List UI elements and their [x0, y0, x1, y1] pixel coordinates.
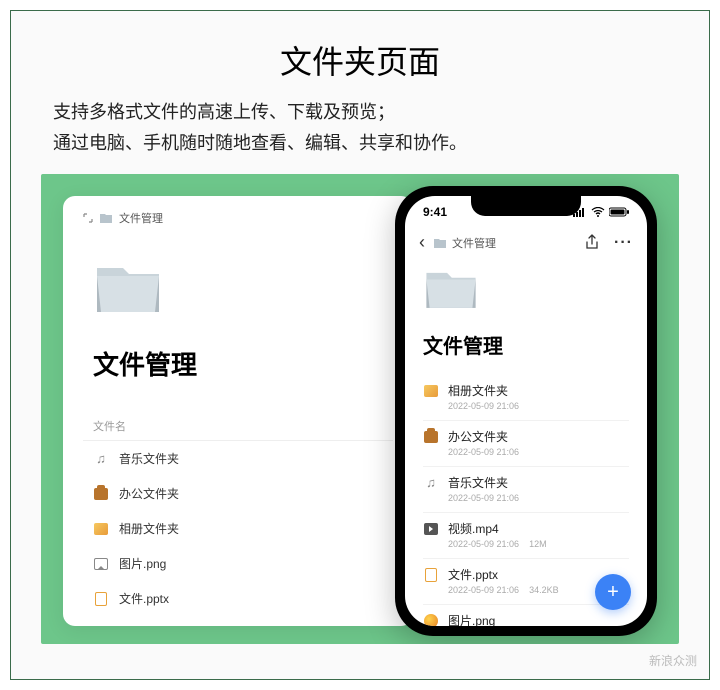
file-size: 34.2KB — [529, 585, 559, 595]
column-header-name: 文件名 — [83, 412, 393, 441]
file-name: 文件.pptx — [119, 590, 169, 607]
page-frame: 文件夹页面 支持多格式文件的高速上传、下载及预览； 通过电脑、手机随时随地查看、… — [10, 10, 710, 680]
phone-mockup: 9:41 ‹ 文件管理 — [395, 186, 657, 636]
document-icon — [93, 591, 109, 607]
file-name: 相册文件夹 — [448, 382, 508, 399]
file-timestamp: 2022-05-09 21:06 — [448, 401, 519, 411]
phone-screen: 9:41 ‹ 文件管理 — [405, 196, 647, 626]
file-row[interactable]: 相册文件夹 2022-05-09 21:06 — [423, 375, 629, 421]
file-row[interactable]: 音乐文件夹 2022-05-09 21:06 — [423, 467, 629, 513]
page-description: 支持多格式文件的高速上传、下载及预览； 通过电脑、手机随时随地查看、编辑、共享和… — [41, 97, 679, 158]
file-name: 文件.pptx — [448, 566, 498, 583]
file-name: 视频.mp4 — [119, 625, 170, 626]
file-row[interactable]: 图片.png — [83, 546, 393, 581]
file-timestamp: 2022-05-09 21:06 — [448, 539, 519, 549]
file-row[interactable]: 视频.mp4 2022-05-09 21:06 12M — [423, 513, 629, 559]
file-name: 音乐文件夹 — [448, 474, 508, 491]
file-row[interactable]: 音乐文件夹 — [83, 441, 393, 476]
desktop-heading: 文件管理 — [93, 345, 393, 382]
folder-large-icon — [423, 265, 479, 311]
file-timestamp: 2022-05-09 21:06 — [448, 493, 519, 503]
file-row[interactable]: 办公文件夹 2022-05-09 21:06 — [423, 421, 629, 467]
file-timestamp: 2022-05-09 21:06 — [448, 447, 519, 457]
file-name: 视频.mp4 — [448, 520, 499, 537]
file-row[interactable]: 视频.mp4 — [83, 616, 393, 626]
video-icon — [423, 521, 439, 537]
file-name: 办公文件夹 — [448, 428, 508, 445]
more-icon[interactable]: ··· — [614, 234, 633, 252]
wifi-icon — [591, 207, 605, 217]
watermark: 新浪众测 — [649, 652, 697, 669]
preview-stage: 文件管理 文件管理 文件名 音乐文件夹办公文件夹相册文件夹图片.png文件.pp… — [41, 174, 679, 644]
briefcase-icon — [423, 429, 439, 445]
music-icon — [423, 475, 439, 491]
image-icon — [93, 556, 109, 572]
share-icon[interactable] — [584, 234, 600, 250]
briefcase-icon — [93, 486, 109, 502]
file-name: 相册文件夹 — [119, 520, 179, 537]
add-button[interactable]: + — [595, 574, 631, 610]
file-name: 音乐文件夹 — [119, 450, 179, 467]
folder-icon — [433, 237, 447, 249]
file-row[interactable]: 相册文件夹 — [83, 511, 393, 546]
album-icon — [423, 383, 439, 399]
phone-notch — [471, 196, 581, 216]
phone-nav: ‹ 文件管理 ··· — [405, 226, 647, 259]
file-row[interactable]: 图片.png2022-05-09 21:0612.7KB — [423, 605, 629, 626]
battery-icon — [609, 207, 629, 217]
video-icon — [93, 626, 109, 627]
phone-heading: 文件管理 — [423, 330, 629, 359]
breadcrumb-label: 文件管理 — [119, 210, 163, 226]
file-timestamp: 2022-05-09 21:06 — [448, 585, 519, 595]
folder-large-icon — [93, 258, 163, 316]
file-size: 12M — [529, 539, 547, 549]
desktop-panel: 文件管理 文件管理 文件名 音乐文件夹办公文件夹相册文件夹图片.png 文件.pp… — [63, 196, 413, 626]
file-row[interactable]: 文件.pptx — [83, 581, 393, 616]
document-icon — [423, 567, 439, 583]
status-time: 9:41 — [423, 205, 447, 219]
breadcrumb-mobile[interactable]: 文件管理 — [433, 235, 576, 251]
file-name: 图片.png — [448, 612, 495, 626]
album-icon — [93, 521, 109, 537]
expand-icon — [83, 213, 93, 223]
file-name: 办公文件夹 — [119, 485, 179, 502]
picture-icon — [423, 613, 439, 627]
back-button[interactable]: ‹ — [419, 232, 425, 253]
breadcrumb[interactable]: 文件管理 — [83, 210, 393, 226]
file-name: 图片.png — [119, 555, 166, 572]
file-row[interactable]: 办公文件夹 — [83, 476, 393, 511]
page-title: 文件夹页面 — [41, 37, 679, 83]
folder-icon — [99, 212, 113, 224]
music-icon — [93, 451, 109, 467]
